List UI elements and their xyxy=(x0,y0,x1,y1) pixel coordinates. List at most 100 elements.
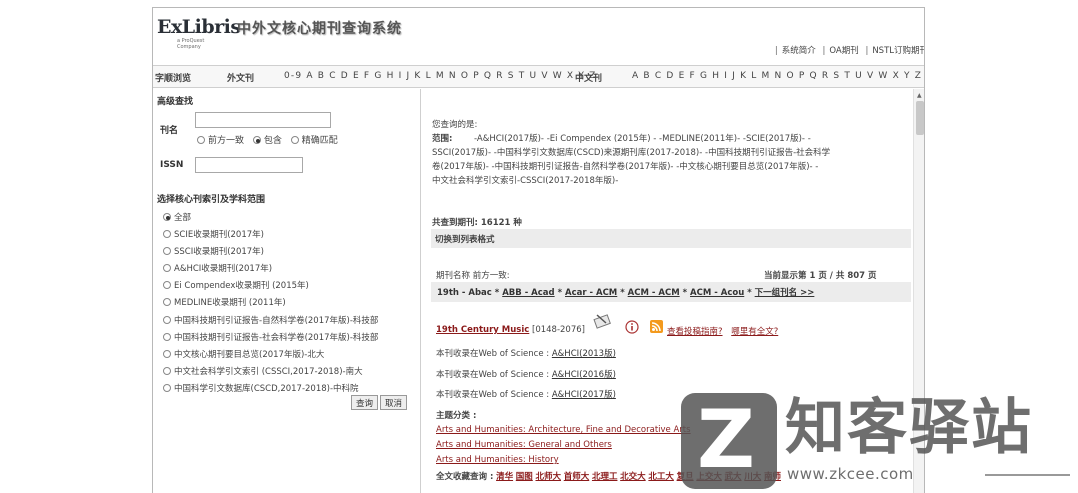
rss-icon[interactable] xyxy=(650,320,663,333)
scope-line: 中文社会科学引文索引-CSSCI(2017-2018年版)- xyxy=(432,176,619,186)
category-option[interactable]: 中文社会科学引文索引 (CSSCI,2017-2018)-南大 xyxy=(163,365,378,382)
library-link[interactable]: 北交大 xyxy=(620,472,646,482)
submission-guide-link[interactable]: 查看投稿指南? xyxy=(667,327,723,337)
radio-icon xyxy=(290,136,299,144)
journal-title-link[interactable]: 19th Century Music xyxy=(436,325,529,335)
fulltext-label: 全文收藏查询 : xyxy=(436,472,494,482)
category-option[interactable]: 中文核心期刊要目总览(2017年版)-北大 xyxy=(163,348,378,365)
scope-line: 卷(2017年版)- -中国科技期刊引证报告-自然科学卷(2017年版)- -中… xyxy=(432,162,819,172)
app-frame: ExLibris a ProQuest Company 中外文核心期刊查询系统 … xyxy=(152,7,925,493)
submission-guide-icon[interactable] xyxy=(592,311,614,331)
top-links: | 系统简介 | OA期刊 | NSTL订购期刊 xyxy=(771,44,924,56)
fulltext-link[interactable]: 哪里有全文? xyxy=(731,327,778,337)
chinese-journals-label[interactable]: 中文刊 xyxy=(575,71,602,84)
category-option[interactable]: 中国科技期刊引证报告-社会科学卷(2017年版)-科技部 xyxy=(163,331,378,348)
exlibris-logo: ExLibris a ProQuest Company xyxy=(157,16,241,50)
range-nav: 19th - Abac * ABB - Acad * Acar - ACM * … xyxy=(437,288,815,298)
cancel-button[interactable]: 取消 xyxy=(380,395,408,410)
wos-link[interactable]: A&HCI(2017版) xyxy=(552,390,616,400)
radio-icon xyxy=(163,366,171,375)
journal-name-label: 刊名 xyxy=(160,126,179,136)
range-link[interactable]: Acar - ACM xyxy=(565,288,617,298)
radio-icon xyxy=(163,264,171,273)
watermark-divider xyxy=(985,474,1070,476)
category-option[interactable]: Ei Compendex收录期刊 (2015年) xyxy=(163,279,378,296)
scope-line: SSCI(2017版)- -中国科学引文数据库(CSCD)来源期刊库(2017-… xyxy=(432,148,831,158)
radio-icon xyxy=(163,383,171,392)
library-link[interactable]: 川大 xyxy=(744,472,761,482)
library-link[interactable]: 国图 xyxy=(516,472,533,482)
category-title: 选择核心刊索引及学科范围 xyxy=(157,195,266,205)
subject-link[interactable]: Arts and Humanities: Architecture, Fine … xyxy=(436,425,691,435)
scrollbar-thumb[interactable] xyxy=(916,101,924,135)
library-link[interactable]: 北理工 xyxy=(592,472,618,482)
info-icon[interactable] xyxy=(625,320,639,334)
scope-label: 范围: xyxy=(432,134,453,144)
radio-icon xyxy=(163,247,171,256)
total-count: 共查到期刊: 16121 种 xyxy=(432,218,522,228)
next-group-link[interactable]: 下一组刊名 >> xyxy=(755,288,815,298)
library-link[interactable]: 上交大 xyxy=(696,472,722,482)
scrollbar[interactable]: ▲ xyxy=(913,89,924,493)
switch-view-link[interactable]: 切换到列表格式 xyxy=(435,233,495,245)
radio-icon xyxy=(163,281,171,290)
radio-icon xyxy=(163,298,171,307)
results-panel: ▲ 您查询的是: 范围: -A&HCI(2017版)- -Ei Compende… xyxy=(422,89,924,493)
logo-main-text: ExLibris xyxy=(157,16,241,38)
category-option[interactable]: SCIE收录期刊(2017年) xyxy=(163,228,378,245)
category-list: 全部 SCIE收录期刊(2017年) SSCI收录期刊(2017年) A&HCI… xyxy=(163,211,378,399)
wos-link[interactable]: A&HCI(2016版) xyxy=(552,370,616,380)
journal-entry: 19th Century Music [0148-2076] xyxy=(436,325,585,335)
category-option[interactable]: A&HCI收录期刊(2017年) xyxy=(163,262,378,279)
range-link[interactable]: ACM - ACM xyxy=(628,288,680,298)
radio-selected-icon xyxy=(163,213,171,221)
issn-label: ISSN xyxy=(160,160,184,170)
alphabet-bar: 字顺浏览 外文刊 0-9 A B C D E F G H I J K L M N… xyxy=(153,65,924,88)
library-link[interactable]: 清华 xyxy=(496,472,513,482)
library-link[interactable]: 南师 xyxy=(764,472,781,482)
category-option[interactable]: SSCI收录期刊(2017年) xyxy=(163,245,378,262)
header: ExLibris a ProQuest Company 中外文核心期刊查询系统 … xyxy=(153,8,924,65)
scroll-up-icon[interactable]: ▲ xyxy=(917,92,922,99)
chinese-letters[interactable]: A B C D E F G H I J K L M N O P Q R S T … xyxy=(632,71,922,81)
match-option-contains[interactable]: 包含 xyxy=(252,136,282,146)
radio-icon xyxy=(163,349,171,358)
range-link[interactable]: ACM - Acou xyxy=(690,288,744,298)
category-option[interactable]: MEDLINE收录期刊 (2011年) xyxy=(163,296,378,313)
top-link-oa[interactable]: OA期刊 xyxy=(829,46,858,56)
library-link[interactable]: 复旦 xyxy=(677,472,694,482)
search-buttons: 查询 取消 xyxy=(351,395,409,410)
query-heading: 您查询的是: xyxy=(432,120,478,130)
journal-actions: 查看投稿指南? 哪里有全文? xyxy=(667,325,778,337)
journal-name-input[interactable] xyxy=(195,112,331,128)
subject-link[interactable]: Arts and Humanities: General and Others xyxy=(436,440,612,450)
library-link[interactable]: 首师大 xyxy=(564,472,590,482)
library-link[interactable]: 北工大 xyxy=(648,472,674,482)
top-link-intro[interactable]: 系统简介 xyxy=(782,46,816,56)
wos-link[interactable]: A&HCI(2013版) xyxy=(552,349,616,359)
top-link-nstl[interactable]: NSTL订购期刊 xyxy=(872,46,924,56)
category-option[interactable]: 中国科学引文数据库(CSCD,2017-2018)-中科院 xyxy=(163,382,378,399)
foreign-journals-label[interactable]: 外文刊 xyxy=(227,71,254,84)
browse-label: 字顺浏览 xyxy=(155,74,192,84)
match-options: 前方一致 包含 精确匹配 xyxy=(197,133,344,146)
range-link[interactable]: ABB - Acad xyxy=(502,288,554,298)
range-current: 19th - Abac xyxy=(437,288,492,298)
match-option-prefix[interactable]: 前方一致 xyxy=(197,136,244,146)
prefix-label: 期刊名称 前方一致: xyxy=(436,271,510,281)
category-option[interactable]: 全部 xyxy=(163,211,378,228)
radio-icon xyxy=(163,332,171,341)
subject-label: 主题分类 : xyxy=(436,411,477,421)
radio-selected-icon xyxy=(252,136,261,144)
match-option-exact[interactable]: 精确匹配 xyxy=(290,136,338,146)
foreign-letters[interactable]: 0-9 A B C D E F G H I J K L M N O P Q R … xyxy=(284,71,597,81)
journal-issn: [0148-2076] xyxy=(532,325,585,335)
query-button[interactable]: 查询 xyxy=(351,395,379,410)
switch-view-bar: 切换到列表格式 xyxy=(431,229,911,248)
subject-link[interactable]: Arts and Humanities: History xyxy=(436,455,559,465)
category-option[interactable]: 中国科技期刊引证报告-自然科学卷(2017年版)-科技部 xyxy=(163,314,378,331)
range-nav-bar: 19th - Abac * ABB - Acad * Acar - ACM * … xyxy=(431,282,911,302)
library-link[interactable]: 北师大 xyxy=(536,472,562,482)
issn-input[interactable] xyxy=(195,157,303,173)
library-link[interactable]: 武大 xyxy=(725,472,742,482)
